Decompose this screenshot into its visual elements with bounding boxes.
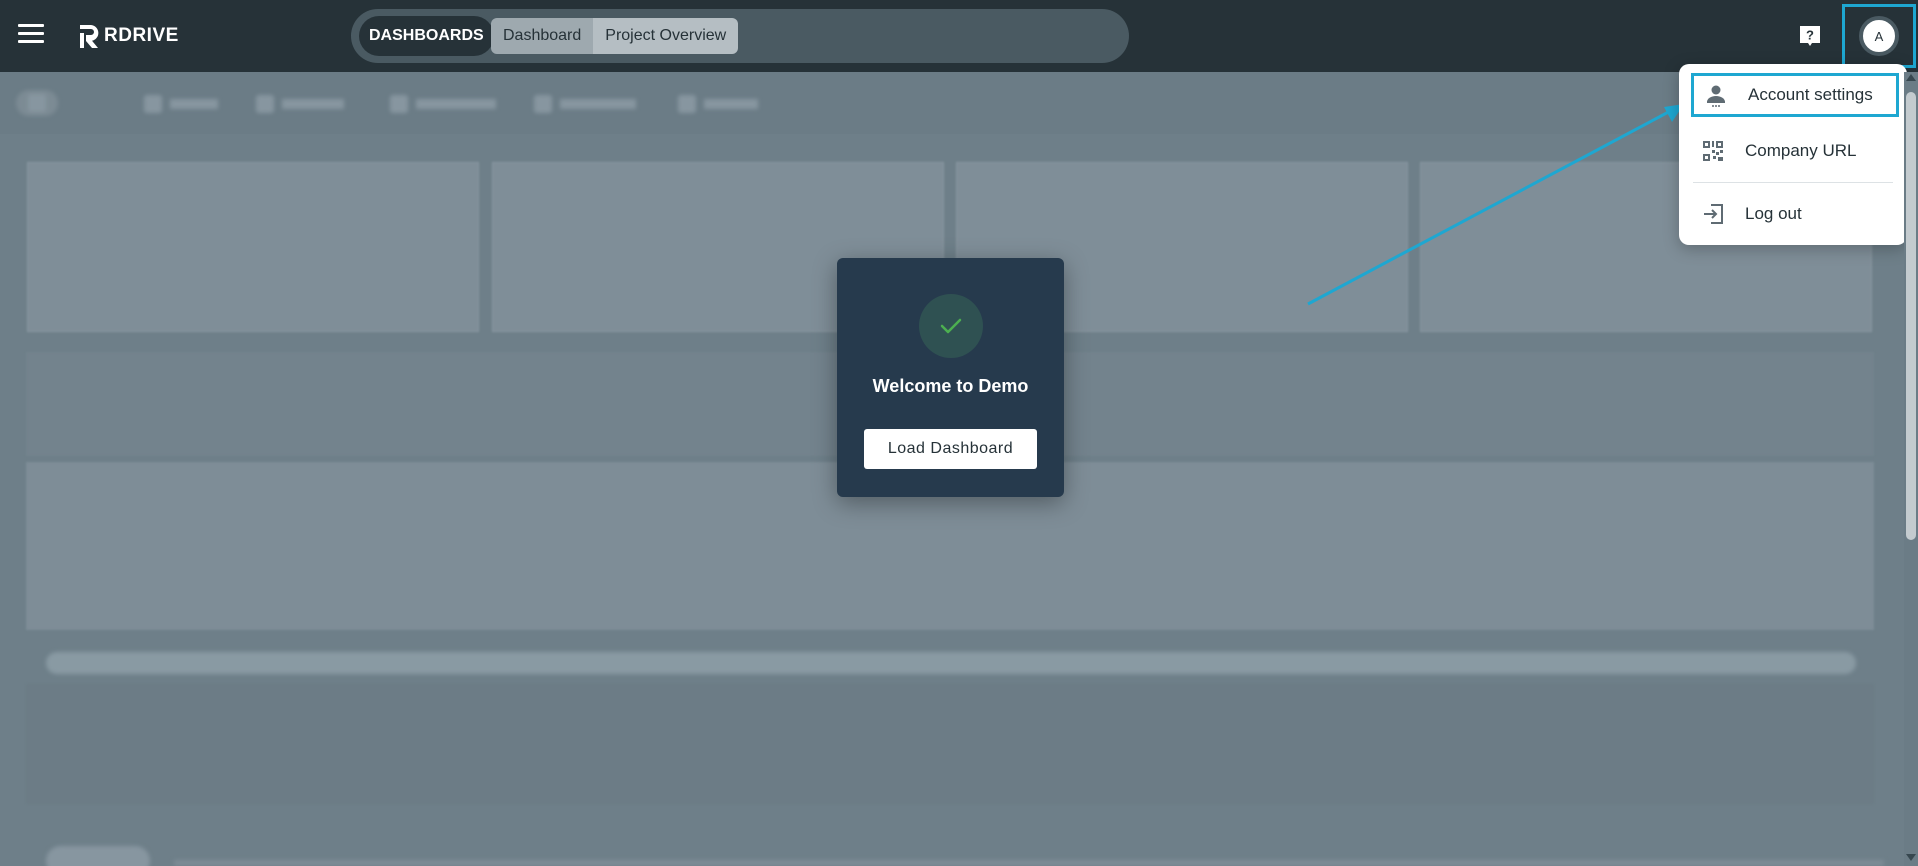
load-dashboard-button[interactable]: Load Dashboard [864, 429, 1037, 469]
logo-text: RDRIVE [104, 25, 179, 46]
background-pill [46, 846, 150, 866]
scrollbar-thumb[interactable] [1906, 92, 1916, 540]
dashboard-tabs: Dashboard Project Overview [491, 18, 739, 54]
account-menu: Account settings Company URL Log out [1679, 64, 1907, 245]
menu-item-label: Log out [1745, 204, 1802, 223]
top-app-bar: RDRIVE DASHBOARDS Dashboard Project Over… [0, 0, 1918, 72]
dashboards-switcher: DASHBOARDS Dashboard Project Overview [351, 9, 1129, 63]
menu-item-label: Account settings [1748, 85, 1873, 104]
background-line [174, 860, 1884, 866]
annotation-arrow [1307, 104, 1684, 306]
dashboards-label: DASHBOARDS [359, 16, 494, 56]
background-tab [678, 94, 758, 114]
svg-text:?: ? [1806, 28, 1814, 43]
logo-mark-icon [80, 25, 99, 48]
logout-icon [1704, 204, 1723, 224]
menu-divider [1693, 182, 1893, 183]
scroll-down-icon[interactable] [1906, 854, 1916, 861]
background-tab [256, 94, 344, 114]
tab-dashboard[interactable]: Dashboard [491, 18, 594, 54]
menu-item-company-url[interactable]: Company URL [1691, 129, 1899, 173]
menu-item-account-settings[interactable]: Account settings [1691, 73, 1899, 117]
tab-project-overview[interactable]: Project Overview [593, 18, 739, 54]
background-tab [390, 94, 496, 114]
hamburger-icon[interactable] [18, 24, 44, 46]
avatar[interactable]: A [1859, 16, 1899, 56]
menu-item-label: Company URL [1745, 141, 1857, 160]
scroll-up-icon[interactable] [1906, 74, 1916, 81]
background-tab [144, 94, 218, 114]
menu-item-log-out[interactable]: Log out [1691, 192, 1899, 236]
background-tab [16, 90, 58, 116]
welcome-title: Welcome to Demo [872, 376, 1029, 396]
background-panel [26, 684, 1874, 804]
qr-code-icon [1703, 141, 1723, 161]
welcome-dialog: Welcome to Demo Load Dashboard [837, 258, 1064, 497]
background-card [27, 162, 479, 332]
background-progress [46, 652, 1856, 674]
help-icon[interactable]: ? [1798, 24, 1822, 48]
app-logo[interactable]: RDRIVE [76, 20, 179, 52]
background-tab [534, 94, 636, 114]
avatar-highlight: A [1842, 4, 1916, 68]
check-icon [919, 294, 983, 358]
person-icon [1707, 85, 1725, 107]
